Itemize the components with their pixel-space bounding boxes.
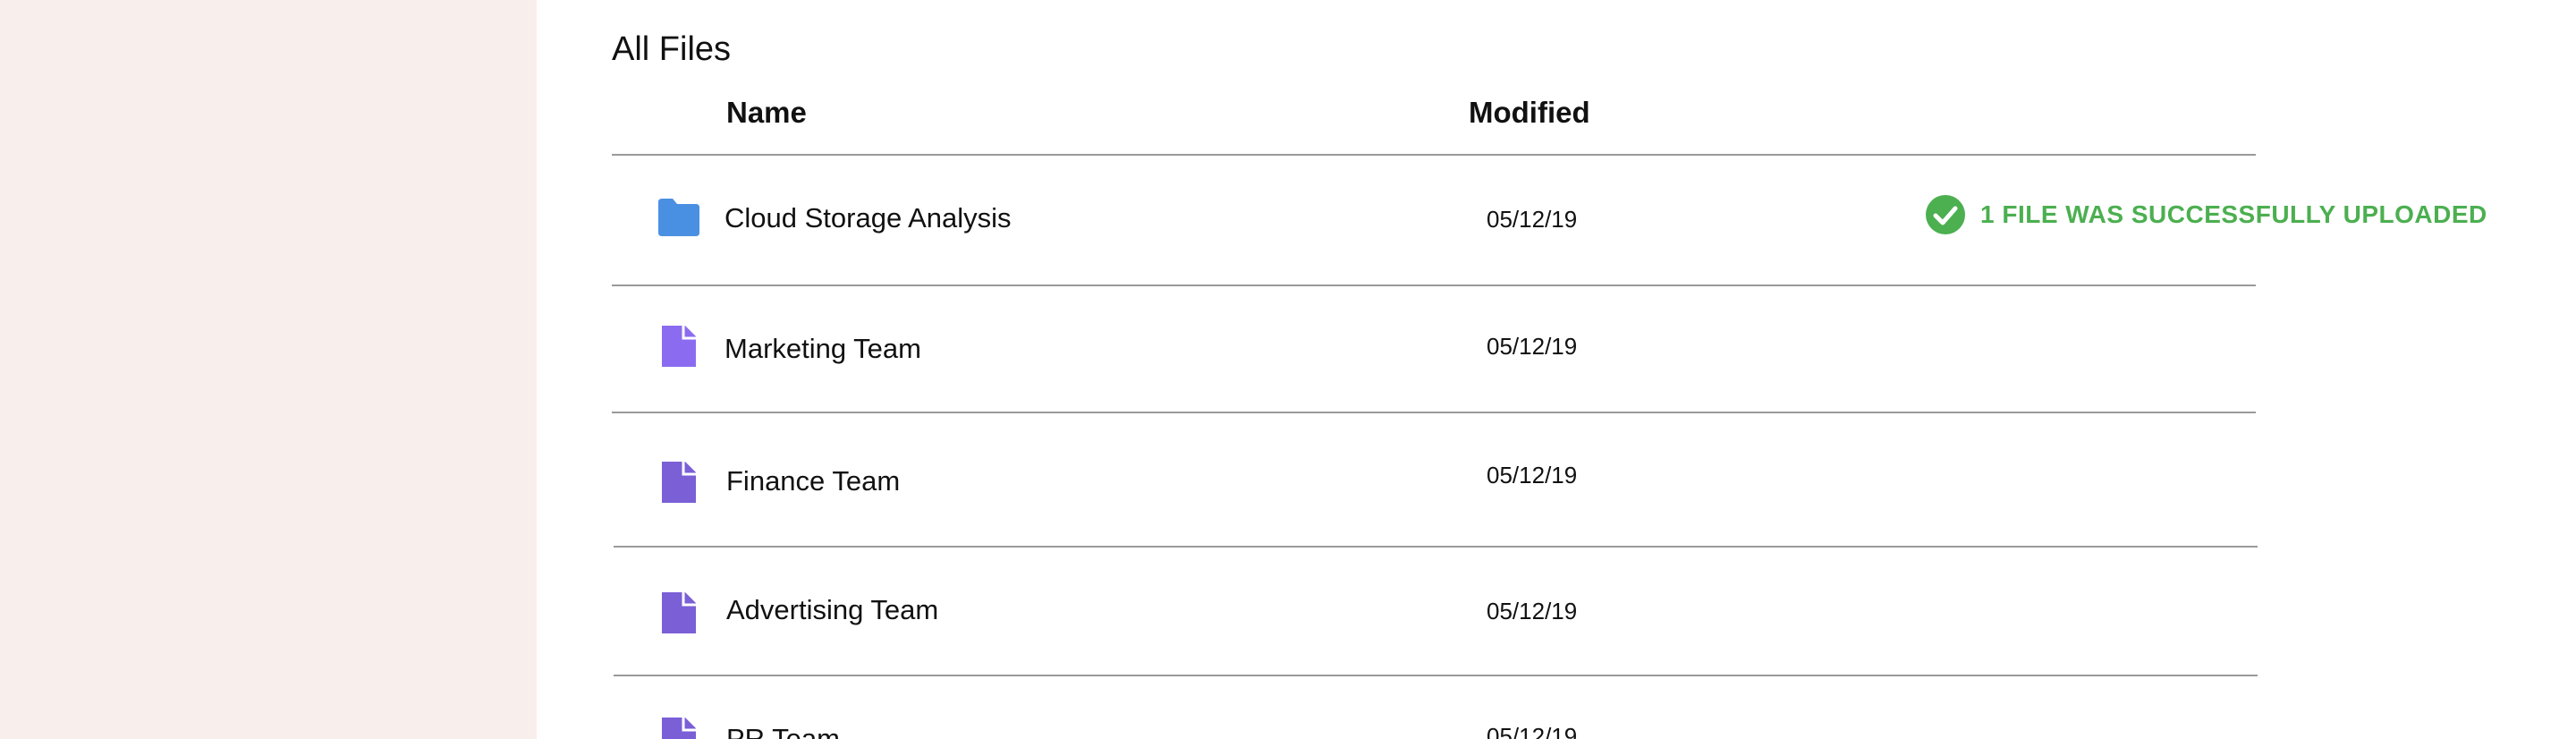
section-title: All Files	[612, 30, 732, 68]
file-modified-date: 05/12/19	[1487, 723, 1578, 739]
file-modified-date: 05/12/19	[1487, 333, 1578, 360]
folder-icon-shape	[658, 199, 699, 236]
file-modified-date: 05/12/19	[1487, 462, 1578, 488]
file-row[interactable]: PR Team 05/12/19	[612, 676, 2256, 739]
sidebar	[0, 0, 537, 739]
column-header-name[interactable]: Name	[726, 93, 807, 132]
check-circle-icon	[1925, 194, 1966, 235]
check-circle-bg	[1926, 195, 1965, 234]
file-name: Marketing Team	[724, 333, 921, 364]
document-icon	[657, 716, 701, 739]
file-modified-date: 05/12/19	[1487, 206, 1578, 233]
document-icon	[657, 324, 701, 369]
file-row[interactable]: Advertising Team 05/12/19	[612, 548, 2256, 676]
folder-icon	[657, 195, 701, 240]
file-modified-date: 05/12/19	[1487, 598, 1578, 624]
file-row[interactable]: Marketing Team 05/12/19	[612, 286, 2256, 415]
column-header-modified[interactable]: Modified	[1469, 93, 1590, 132]
file-name: Cloud Storage Analysis	[724, 202, 1012, 234]
file-manager-window: All Files Name Modified Cloud Storage An…	[0, 0, 2576, 739]
file-row[interactable]: Finance Team 05/12/19	[612, 413, 2256, 542]
file-name: Finance Team	[726, 465, 901, 497]
document-icon	[657, 590, 701, 635]
file-name: Advertising Team	[726, 594, 939, 625]
upload-success-notification: 1 FILE WAS SUCCESSFULLY UPLOADED	[1925, 193, 2487, 236]
document-icon	[657, 460, 701, 505]
file-name: PR Team	[726, 723, 840, 739]
upload-success-message: 1 FILE WAS SUCCESSFULLY UPLOADED	[1980, 200, 2487, 228]
